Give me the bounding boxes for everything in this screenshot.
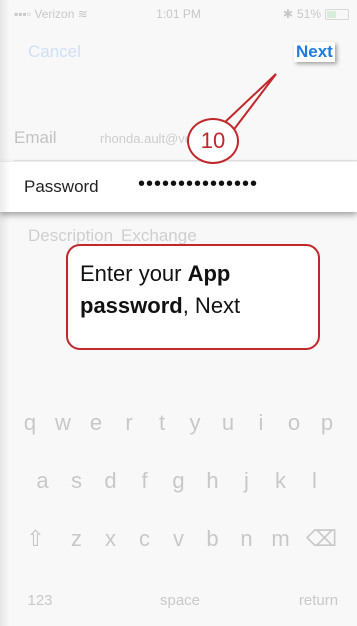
keyboard: qwertyuiop asdfghjkl ⇧ zxcvbnm ⌫ 123 spa…	[0, 392, 357, 626]
battery-percent: 51%	[296, 7, 321, 21]
keyboard-row-4: 123 space return	[0, 592, 357, 609]
key-m[interactable]: m	[264, 526, 298, 552]
status-bar: ▪▪▪▫ Verizon ≋ 1:01 PM ✱ 51%	[0, 0, 357, 26]
numbers-key[interactable]: 123	[0, 592, 80, 609]
key-h[interactable]: h	[196, 468, 230, 494]
space-key[interactable]: space	[80, 592, 280, 609]
key-g[interactable]: g	[162, 468, 196, 494]
password-field[interactable]: •••••••••••••••	[138, 173, 258, 196]
instruction-text-post: , Next	[182, 292, 241, 318]
key-u[interactable]: u	[212, 410, 245, 436]
key-z[interactable]: z	[60, 526, 94, 552]
key-l[interactable]: l	[298, 468, 332, 494]
next-button[interactable]: Next	[294, 42, 335, 62]
key-e[interactable]: e	[80, 410, 113, 436]
screenshot-edge-shadow	[0, 0, 10, 626]
key-t[interactable]: t	[146, 410, 179, 436]
key-q[interactable]: q	[14, 410, 47, 436]
key-b[interactable]: b	[196, 526, 230, 552]
password-row[interactable]: Password •••••••••••••••	[0, 162, 357, 212]
email-row[interactable]: Email rhonda.ault@vermo...	[14, 116, 357, 161]
key-k[interactable]: k	[264, 468, 298, 494]
key-j[interactable]: j	[230, 468, 264, 494]
keyboard-row-3: ⇧ zxcvbnm ⌫	[0, 526, 357, 552]
shift-icon[interactable]: ⇧	[12, 526, 60, 552]
description-field[interactable]: Exchange	[121, 226, 197, 245]
cancel-button[interactable]: Cancel	[28, 42, 81, 62]
description-label: Description	[28, 226, 114, 245]
key-f[interactable]: f	[128, 468, 162, 494]
description-row[interactable]: Description Exchange	[28, 226, 197, 246]
keyboard-row-1: qwertyuiop	[0, 410, 357, 436]
delete-icon[interactable]: ⌫	[298, 526, 346, 552]
key-d[interactable]: d	[94, 468, 128, 494]
email-label: Email	[14, 128, 57, 147]
key-x[interactable]: x	[94, 526, 128, 552]
keyboard-row-2: asdfghjkl	[0, 468, 357, 494]
return-key[interactable]: return	[280, 592, 357, 609]
bluetooth-icon: ✱	[282, 7, 293, 21]
step-number-badge: 10	[187, 118, 239, 164]
key-n[interactable]: n	[230, 526, 264, 552]
key-r[interactable]: r	[113, 410, 146, 436]
key-c[interactable]: c	[128, 526, 162, 552]
key-i[interactable]: i	[245, 410, 278, 436]
key-v[interactable]: v	[162, 526, 196, 552]
instruction-callout: Enter your App password, Next	[66, 244, 320, 350]
battery-status: ✱ 51%	[283, 7, 349, 21]
key-a[interactable]: a	[26, 468, 60, 494]
key-w[interactable]: w	[47, 410, 80, 436]
instruction-text-pre: Enter your	[80, 261, 188, 286]
key-o[interactable]: o	[278, 410, 311, 436]
key-s[interactable]: s	[60, 468, 94, 494]
battery-icon	[325, 8, 349, 20]
key-y[interactable]: y	[179, 410, 212, 436]
key-p[interactable]: p	[311, 410, 344, 436]
password-label: Password	[24, 177, 99, 196]
